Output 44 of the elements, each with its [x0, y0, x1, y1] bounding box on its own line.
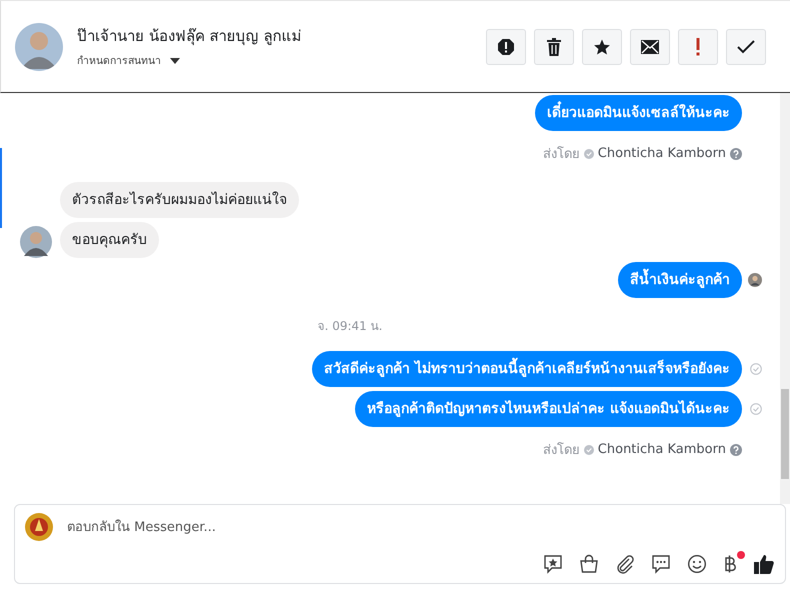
- emoji-icon[interactable]: [687, 554, 707, 574]
- sent-by-label: ส่งโดย: [542, 145, 580, 164]
- report-button[interactable]: [486, 28, 526, 64]
- timestamp: จ. 09:41 น.: [316, 318, 384, 335]
- sticker-icon[interactable]: [543, 554, 563, 574]
- envelope-icon: [641, 40, 659, 54]
- delivered-icon: [750, 363, 762, 375]
- delivered-icon: [750, 403, 762, 415]
- mail-button[interactable]: [630, 28, 670, 64]
- avatar: [15, 22, 63, 70]
- chat-bubble-icon[interactable]: [651, 554, 671, 574]
- received-message: ตัวรถสีอะไรครับผมมองไม่ค่อยแน่ใจ: [60, 182, 299, 218]
- sent-by-label: ส่งโดย: [542, 441, 580, 460]
- sent-message: สวัสดีค่ะลูกค้า ไม่ทราบว่าตอนนี้ลูกค้าเคลียร์หน้างานเสร็จหรือยังคะ: [312, 351, 742, 387]
- avatar: [20, 226, 52, 258]
- trash-icon: [546, 38, 562, 56]
- paperclip-icon[interactable]: [615, 554, 635, 574]
- caret-icon: [169, 56, 181, 64]
- sender-name[interactable]: Chonticha Kamborn: [598, 442, 726, 457]
- sender-name[interactable]: Chonticha Kamborn: [598, 146, 726, 161]
- page-logo-icon: [25, 513, 53, 541]
- sent-message: สีน้ำเงินค่ะลูกค้า: [618, 262, 742, 298]
- exclamation-icon: [696, 38, 700, 56]
- conversation-menu[interactable]: กำหนดการสนทนา: [77, 52, 302, 69]
- done-button[interactable]: [726, 28, 766, 64]
- reply-input[interactable]: ตอบกลับใน Messenger...: [65, 518, 775, 536]
- seen-avatar-icon: [748, 273, 762, 287]
- sent-message: เดี๋ยวแอดมินแจ้งเซลล์ให้นะคะ: [535, 95, 742, 131]
- verified-icon: [584, 444, 594, 454]
- thumbs-up-icon[interactable]: [753, 553, 775, 575]
- currency-icon[interactable]: [723, 554, 737, 574]
- delete-button[interactable]: [534, 28, 574, 64]
- important-button[interactable]: [678, 28, 718, 64]
- verified-icon: [584, 148, 594, 158]
- received-message: ขอบคุณครับ: [60, 222, 159, 258]
- contact-name: ป๊าเจ้านาย น้องฟลุ๊ค สายบุญ ลูกแม่: [77, 26, 302, 48]
- checkmark-icon: [737, 40, 755, 54]
- help-icon[interactable]: [730, 444, 742, 456]
- exclamation-octagon-icon: [497, 38, 515, 56]
- star-button[interactable]: [582, 28, 622, 64]
- star-icon: [593, 38, 611, 56]
- sent-message: หรือลูกค้าติดปัญหาตรงไหนหรือเปล่าคะ แจ้งแอดมินได้นะคะ: [355, 391, 742, 427]
- shopping-bag-icon[interactable]: [579, 554, 599, 574]
- help-icon[interactable]: [730, 148, 742, 160]
